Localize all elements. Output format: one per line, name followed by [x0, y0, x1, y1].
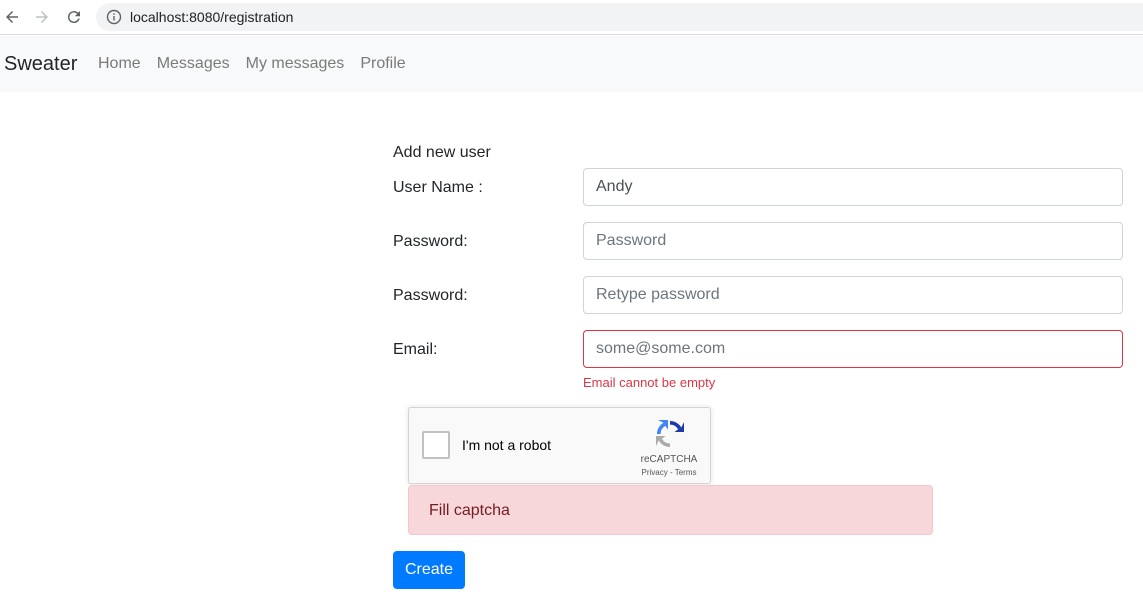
recaptcha-brand: reCAPTCHA — [640, 454, 698, 465]
brand-link[interactable]: Sweater — [4, 53, 77, 76]
create-button[interactable]: Create — [393, 551, 465, 589]
navbar: Sweater Home Messages My messages Profil… — [0, 36, 1143, 92]
back-button[interactable] — [0, 5, 24, 29]
reload-icon — [67, 11, 80, 24]
forward-button[interactable] — [30, 5, 54, 29]
captcha-alert: Fill captcha — [408, 485, 933, 535]
nav-link-home[interactable]: Home — [98, 55, 141, 73]
password-confirm-label: Password: — [393, 287, 468, 304]
recaptcha-checkbox[interactable] — [422, 431, 450, 459]
email-label: Email: — [393, 341, 438, 358]
password-confirm-input[interactable] — [583, 276, 1123, 314]
arrow-left-icon — [6, 11, 18, 23]
username-label: User Name : — [393, 179, 483, 196]
reload-button[interactable] — [62, 5, 86, 29]
password-input[interactable] — [583, 222, 1123, 260]
recaptcha-logo-icon — [656, 420, 684, 448]
password-label: Password: — [393, 233, 468, 250]
recaptcha-widget: I'm not a robot reCAPTCHA Privacy - Term… — [408, 407, 711, 484]
browser-toolbar: localhost:8080/registration — [0, 0, 1143, 35]
alert-text: Fill captcha — [429, 502, 510, 519]
recaptcha-privacy-terms[interactable]: Privacy - Terms — [634, 468, 704, 477]
nav-link-messages[interactable]: Messages — [157, 55, 230, 73]
url-text: localhost:8080/registration — [130, 9, 294, 25]
email-input[interactable] — [583, 330, 1123, 368]
info-icon[interactable] — [106, 9, 122, 25]
nav-links: Home Messages My messages Profile — [98, 55, 406, 73]
recaptcha-label: I'm not a robot — [462, 437, 552, 453]
username-input[interactable] — [583, 168, 1123, 206]
arrow-right-icon — [36, 11, 48, 23]
email-error-text: Email cannot be empty — [583, 375, 716, 390]
form-title: Add new user — [393, 144, 491, 161]
nav-link-my-messages[interactable]: My messages — [246, 55, 345, 73]
nav-link-profile[interactable]: Profile — [360, 55, 405, 73]
address-bar[interactable]: localhost:8080/registration — [96, 3, 1143, 31]
